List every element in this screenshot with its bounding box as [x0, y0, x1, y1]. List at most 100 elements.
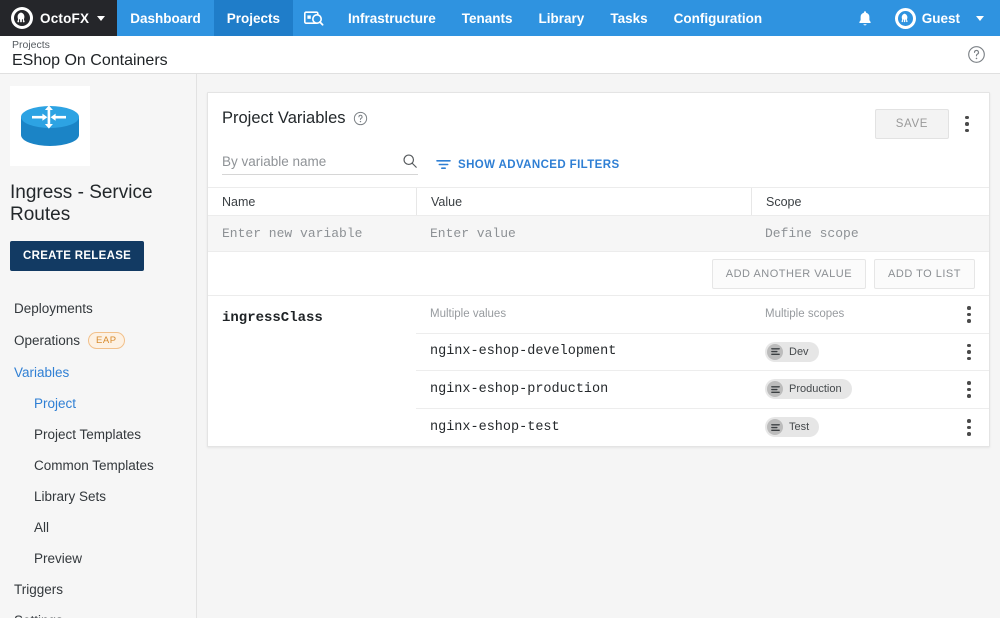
ingress-service-routes-icon	[10, 86, 90, 166]
nav-item-dashboard[interactable]: Dashboard	[117, 0, 214, 36]
variable-value[interactable]: nginx-eshop-production	[416, 382, 751, 397]
sidebar-item-variables[interactable]: Variables	[0, 357, 196, 388]
row-overflow-menu[interactable]	[949, 377, 989, 402]
variable-scope[interactable]: Dev	[751, 341, 949, 362]
table-row[interactable]: nginx-eshop-development Dev	[416, 334, 989, 371]
filter-row: SHOW ADVANCED FILTERS	[208, 139, 989, 187]
nav-item-configuration[interactable]: Configuration	[661, 0, 775, 36]
nav-right-group: Guest	[847, 0, 1000, 36]
search-box-icon	[304, 10, 324, 26]
breadcrumb-bar: Projects EShop On Containers	[0, 36, 1000, 74]
row-overflow-menu[interactable]	[949, 415, 989, 440]
breadcrumb: Projects EShop On Containers	[12, 40, 168, 70]
page-body: Ingress - Service Routes CREATE RELEASE …	[0, 74, 1000, 618]
variable-scope[interactable]: Production	[751, 379, 949, 400]
sidebar-item-library-sets[interactable]: Library Sets	[0, 481, 196, 512]
kebab-dot	[967, 306, 971, 310]
breadcrumb-parent[interactable]: Projects	[12, 40, 168, 51]
brand-menu[interactable]: OctoFX	[0, 0, 118, 36]
scope-label: Production	[789, 383, 842, 396]
sidebar-item-preview[interactable]: Preview	[0, 543, 196, 574]
kebab-dot	[967, 312, 971, 316]
status-badge[interactable]: Production	[765, 379, 852, 400]
brand-name: OctoFX	[40, 10, 90, 26]
chevron-down-icon	[97, 15, 106, 21]
row-overflow-menu[interactable]	[949, 340, 989, 365]
variable-summary-row: Multiple values Multiple scopes	[416, 296, 989, 334]
kebab-dot	[965, 128, 969, 133]
card-header: Project Variables SAVE	[208, 93, 989, 139]
variable-value[interactable]: nginx-eshop-development	[416, 344, 751, 359]
user-name: Guest	[921, 10, 960, 26]
kebab-menu-icon[interactable]	[959, 415, 979, 440]
show-advanced-filters-button[interactable]: SHOW ADVANCED FILTERS	[436, 158, 620, 175]
show-advanced-filters-label: SHOW ADVANCED FILTERS	[458, 158, 620, 171]
new-variable-name-input[interactable]: Enter new variable	[208, 226, 416, 241]
nav-item-tasks[interactable]: Tasks	[597, 0, 660, 36]
search-input[interactable]	[222, 153, 402, 169]
kebab-dot	[967, 394, 971, 398]
variable-value[interactable]: nginx-eshop-test	[416, 420, 751, 435]
kebab-menu-icon[interactable]	[959, 340, 979, 365]
add-another-value-button[interactable]: ADD ANOTHER VALUE	[711, 258, 867, 289]
search-icon[interactable]	[402, 153, 418, 169]
kebab-dot	[967, 432, 971, 436]
kebab-dot	[967, 343, 971, 347]
eap-badge: EAP	[88, 331, 125, 350]
nav-item-infrastructure[interactable]: Infrastructure	[335, 0, 449, 36]
environment-icon	[767, 381, 783, 398]
octopus-deploy-app: OctoFX Dashboard Projects Infrastructure…	[0, 0, 1000, 618]
sidebar-item-project-templates[interactable]: Project Templates	[0, 419, 196, 450]
kebab-dot	[965, 122, 969, 126]
variable-summary-value: Multiple values	[430, 308, 507, 321]
table-row[interactable]: nginx-eshop-test Test	[416, 409, 989, 447]
variable-value-rows: Multiple values Multiple scopes nginx-es…	[416, 296, 989, 446]
column-header-value: Value	[416, 188, 751, 215]
sidebar-item-common-templates[interactable]: Common Templates	[0, 450, 196, 481]
card-overflow-menu-icon[interactable]	[957, 112, 977, 137]
sidebar-item-all[interactable]: All	[0, 512, 196, 543]
nav-item-projects[interactable]: Projects	[213, 0, 293, 36]
nav-item-library[interactable]: Library	[526, 0, 598, 36]
save-button[interactable]: SAVE	[874, 109, 949, 139]
notifications-button[interactable]	[847, 10, 883, 27]
new-variable-value-input[interactable]: Enter value	[416, 226, 751, 241]
primary-nav-items: Dashboard Projects Infrastructure Tenant…	[117, 0, 775, 36]
table-row[interactable]: nginx-eshop-production Production	[416, 371, 989, 409]
sidebar-item-settings[interactable]: Settings	[0, 605, 196, 618]
top-navigation-bar: OctoFX Dashboard Projects Infrastructure…	[0, 0, 1000, 36]
kebab-dot	[967, 419, 971, 423]
sidebar-item-operations[interactable]: Operations EAP	[0, 324, 196, 358]
column-header-name: Name	[222, 194, 256, 209]
filter-icon	[436, 158, 451, 171]
sidebar-item-triggers[interactable]: Triggers	[0, 574, 196, 605]
help-circle-icon[interactable]	[353, 111, 368, 126]
new-variable-row[interactable]: Enter new variable Enter value Define sc…	[208, 216, 989, 252]
search-field	[222, 153, 418, 175]
sidebar-item-deployments[interactable]: Deployments	[0, 293, 196, 324]
status-badge[interactable]: Dev	[765, 341, 819, 362]
variable-overflow-menu[interactable]	[949, 302, 989, 327]
sidebar-item-project[interactable]: Project	[0, 388, 196, 419]
variable-scope[interactable]: Test	[751, 417, 949, 438]
column-header-scope: Scope	[751, 188, 989, 215]
help-button[interactable]	[967, 45, 986, 64]
project-title: Ingress - Service Routes	[10, 182, 153, 226]
add-to-list-button[interactable]: ADD TO LIST	[874, 258, 975, 289]
kebab-dot	[967, 319, 971, 323]
nav-item-search[interactable]	[293, 0, 335, 36]
nav-item-tenants[interactable]: Tenants	[449, 0, 526, 36]
new-variable-scope-input[interactable]: Define scope	[751, 226, 989, 241]
kebab-menu-icon[interactable]	[959, 377, 979, 402]
user-menu[interactable]: Guest	[887, 7, 988, 29]
kebab-menu-icon[interactable]	[959, 302, 979, 327]
table-header-row: Name Value Scope	[208, 187, 989, 216]
create-release-button[interactable]: CREATE RELEASE	[10, 240, 145, 271]
kebab-dot	[967, 356, 971, 360]
status-badge[interactable]: Test	[765, 417, 820, 438]
scope-label: Test	[789, 421, 810, 434]
kebab-dot	[965, 115, 969, 120]
kebab-dot	[967, 387, 971, 391]
variable-name[interactable]: ingressClass	[222, 310, 323, 326]
